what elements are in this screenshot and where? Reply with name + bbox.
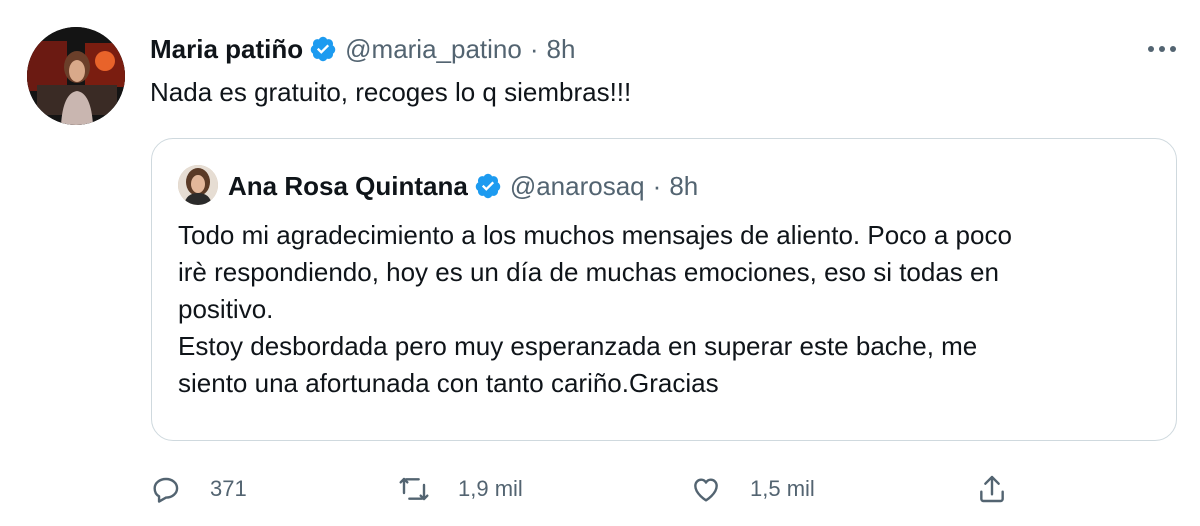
quoted-text-line: siento una afortunada con tanto cariño.G… xyxy=(178,368,719,398)
verified-badge-icon xyxy=(310,36,336,62)
reply-button[interactable]: 371 xyxy=(150,466,247,512)
quoted-tweet-text: Todo mi agradecimiento a los muchos mens… xyxy=(178,217,1158,402)
share-icon xyxy=(980,475,1004,503)
tweet-header: Maria patiño @maria_patino · 8h xyxy=(150,32,575,66)
retweet-button[interactable]: 1,9 mil xyxy=(398,466,523,512)
author-name[interactable]: Maria patiño xyxy=(150,34,303,65)
like-count: 1,5 mil xyxy=(750,476,815,501)
quoted-header: Ana Rosa Quintana @anarosaq · 8h xyxy=(228,169,698,203)
more-options-button[interactable] xyxy=(1144,34,1180,64)
quoted-text-line: Todo mi agradecimiento a los muchos mens… xyxy=(178,220,1012,250)
retweet-count: 1,9 mil xyxy=(458,476,523,501)
author-avatar[interactable] xyxy=(27,27,125,125)
heart-icon xyxy=(694,478,718,502)
more-horizontal-icon xyxy=(1148,46,1176,52)
quoted-author-avatar xyxy=(178,165,218,205)
retweet-icon xyxy=(399,477,429,501)
share-button[interactable] xyxy=(976,466,1008,512)
reply-icon xyxy=(153,477,179,503)
like-button[interactable]: 1,5 mil xyxy=(690,466,815,512)
quoted-separator-dot: · xyxy=(652,170,662,201)
tweet-timestamp[interactable]: 8h xyxy=(547,34,576,65)
quoted-text-line: Estoy desbordada pero muy esperanzada en… xyxy=(178,331,978,361)
quoted-text-line: positivo. xyxy=(178,294,274,324)
quoted-author-name[interactable]: Ana Rosa Quintana xyxy=(228,171,468,202)
quoted-verified-badge-icon xyxy=(475,173,501,199)
quoted-timestamp[interactable]: 8h xyxy=(669,171,698,202)
avatar-photo xyxy=(27,27,125,125)
quoted-author-handle[interactable]: @anarosaq xyxy=(510,171,645,202)
quoted-avatar-photo xyxy=(178,165,218,205)
author-handle[interactable]: @maria_patino xyxy=(345,34,522,65)
tweet-text: Nada es gratuito, recoges lo q siembras!… xyxy=(150,77,632,107)
action-bar: 371 1,9 mil 1,5 mil xyxy=(150,466,1030,512)
quoted-text-line: irè respondiendo, hoy es un día de mucha… xyxy=(178,257,999,287)
quoted-tweet[interactable]: Ana Rosa Quintana @anarosaq · 8h Todo mi… xyxy=(151,138,1177,441)
separator-dot: · xyxy=(529,33,539,64)
reply-count: 371 xyxy=(210,476,247,501)
